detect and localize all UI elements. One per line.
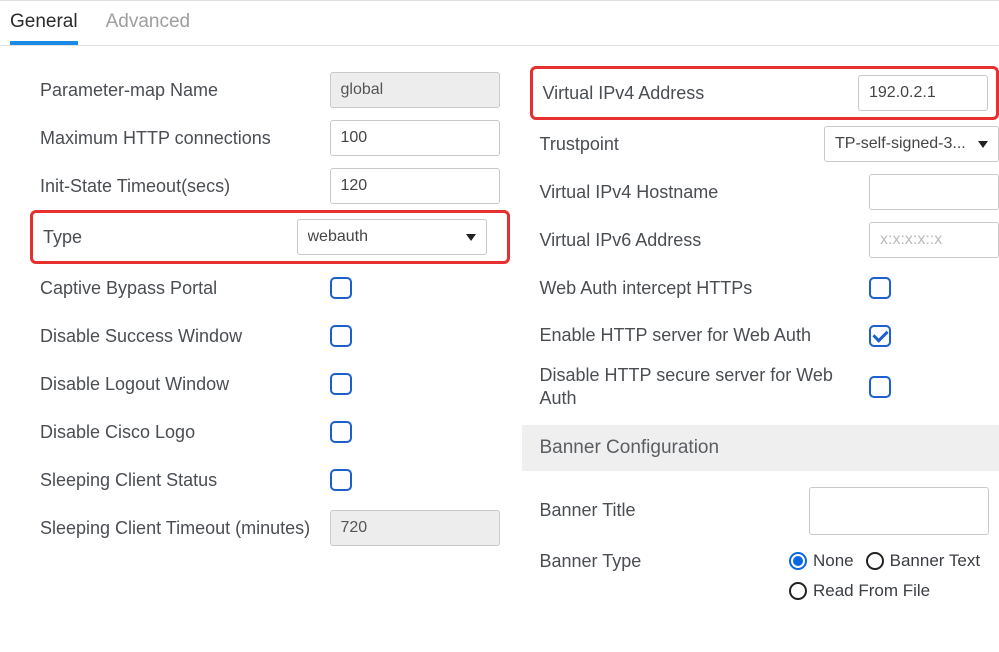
select-trustpoint-value: TP-self-signed-3... — [835, 135, 966, 153]
label-captive-bypass: Captive Bypass Portal — [40, 278, 330, 299]
label-webauth-intercept-https: Web Auth intercept HTTPs — [540, 278, 870, 299]
input-banner-title[interactable] — [809, 487, 989, 535]
form-content: Parameter-map Name Maximum HTTP connecti… — [0, 46, 999, 625]
tab-advanced[interactable]: Advanced — [106, 11, 191, 45]
row-disable-http-secure-webauth: Disable HTTP secure server for Web Auth — [540, 360, 999, 415]
chevron-down-icon — [466, 234, 476, 241]
label-param-map-name: Parameter-map Name — [40, 80, 330, 101]
row-disable-logout: Disable Logout Window — [40, 360, 500, 408]
tab-general[interactable]: General — [10, 11, 78, 45]
label-disable-cisco-logo: Disable Cisco Logo — [40, 422, 330, 443]
input-virtual-ipv4[interactable] — [858, 75, 988, 111]
radio-icon — [789, 552, 807, 570]
row-banner-title: Banner Title — [540, 481, 999, 541]
label-banner-type: Banner Type — [540, 551, 790, 572]
label-virtual-ipv4-hostname: Virtual IPv4 Hostname — [540, 182, 870, 203]
input-virtual-ipv6[interactable] — [869, 222, 999, 258]
select-type[interactable]: webauth — [297, 219, 487, 255]
radio-label-banner-text: Banner Text — [890, 551, 980, 571]
row-disable-cisco-logo: Disable Cisco Logo — [40, 408, 500, 456]
row-trustpoint: Trustpoint TP-self-signed-3... — [540, 120, 999, 168]
input-sleeping-client-timeout[interactable] — [330, 510, 500, 546]
label-enable-http-webauth: Enable HTTP server for Web Auth — [540, 324, 870, 347]
label-type: Type — [33, 227, 297, 248]
label-disable-logout: Disable Logout Window — [40, 374, 330, 395]
label-trustpoint: Trustpoint — [540, 134, 825, 155]
label-banner-title: Banner Title — [540, 500, 810, 521]
checkbox-disable-cisco-logo[interactable] — [330, 421, 352, 443]
row-captive-bypass: Captive Bypass Portal — [40, 264, 500, 312]
select-trustpoint[interactable]: TP-self-signed-3... — [824, 126, 999, 162]
radio-banner-readfile[interactable]: Read From File — [789, 581, 930, 601]
row-disable-success: Disable Success Window — [40, 312, 500, 360]
row-virtual-ipv4-hostname: Virtual IPv4 Hostname — [540, 168, 999, 216]
label-disable-http-secure-webauth: Disable HTTP secure server for Web Auth — [540, 364, 870, 411]
row-enable-http-webauth: Enable HTTP server for Web Auth — [540, 312, 999, 360]
label-init-state: Init-State Timeout(secs) — [40, 176, 330, 197]
banner-config-header: Banner Configuration — [522, 425, 999, 471]
row-init-state: Init-State Timeout(secs) — [40, 162, 500, 210]
radio-banner-none[interactable]: None — [789, 551, 854, 571]
row-banner-type: Banner Type None Banner Text Read From F… — [540, 541, 999, 605]
label-sleeping-client-status: Sleeping Client Status — [40, 470, 330, 491]
input-param-map-name[interactable] — [330, 72, 500, 108]
checkbox-disable-success[interactable] — [330, 325, 352, 347]
row-param-map-name: Parameter-map Name — [40, 66, 500, 114]
chevron-down-icon — [978, 141, 988, 148]
radio-group-banner-type: None Banner Text Read From File — [789, 551, 999, 601]
label-max-http: Maximum HTTP connections — [40, 128, 330, 149]
row-sleeping-client-timeout: Sleeping Client Timeout (minutes) — [40, 504, 500, 552]
row-virtual-ipv6: Virtual IPv6 Address — [540, 216, 999, 264]
tabs-bar: General Advanced — [0, 0, 999, 46]
radio-label-none: None — [813, 551, 854, 571]
checkbox-webauth-intercept-https[interactable] — [869, 277, 891, 299]
checkbox-enable-http-webauth[interactable] — [869, 325, 891, 347]
row-max-http: Maximum HTTP connections — [40, 114, 500, 162]
row-type: Type webauth — [30, 210, 510, 264]
label-disable-success: Disable Success Window — [40, 326, 330, 347]
right-column: Virtual IPv4 Address Trustpoint TP-self-… — [540, 66, 999, 605]
checkbox-captive-bypass[interactable] — [330, 277, 352, 299]
label-virtual-ipv4: Virtual IPv4 Address — [533, 83, 859, 104]
label-sleeping-client-timeout: Sleeping Client Timeout (minutes) — [40, 518, 330, 539]
label-virtual-ipv6: Virtual IPv6 Address — [540, 230, 870, 251]
radio-label-readfile: Read From File — [813, 581, 930, 601]
left-column: Parameter-map Name Maximum HTTP connecti… — [40, 66, 500, 605]
radio-banner-text[interactable]: Banner Text — [866, 551, 980, 571]
input-init-state[interactable] — [330, 168, 500, 204]
input-virtual-ipv4-hostname[interactable] — [869, 174, 999, 210]
radio-icon — [866, 552, 884, 570]
row-virtual-ipv4: Virtual IPv4 Address — [530, 66, 999, 120]
input-max-http[interactable] — [330, 120, 500, 156]
row-sleeping-client-status: Sleeping Client Status — [40, 456, 500, 504]
select-type-value: webauth — [308, 228, 369, 246]
radio-icon — [789, 582, 807, 600]
checkbox-disable-http-secure-webauth[interactable] — [869, 376, 891, 398]
checkbox-disable-logout[interactable] — [330, 373, 352, 395]
row-webauth-intercept-https: Web Auth intercept HTTPs — [540, 264, 999, 312]
checkbox-sleeping-client-status[interactable] — [330, 469, 352, 491]
